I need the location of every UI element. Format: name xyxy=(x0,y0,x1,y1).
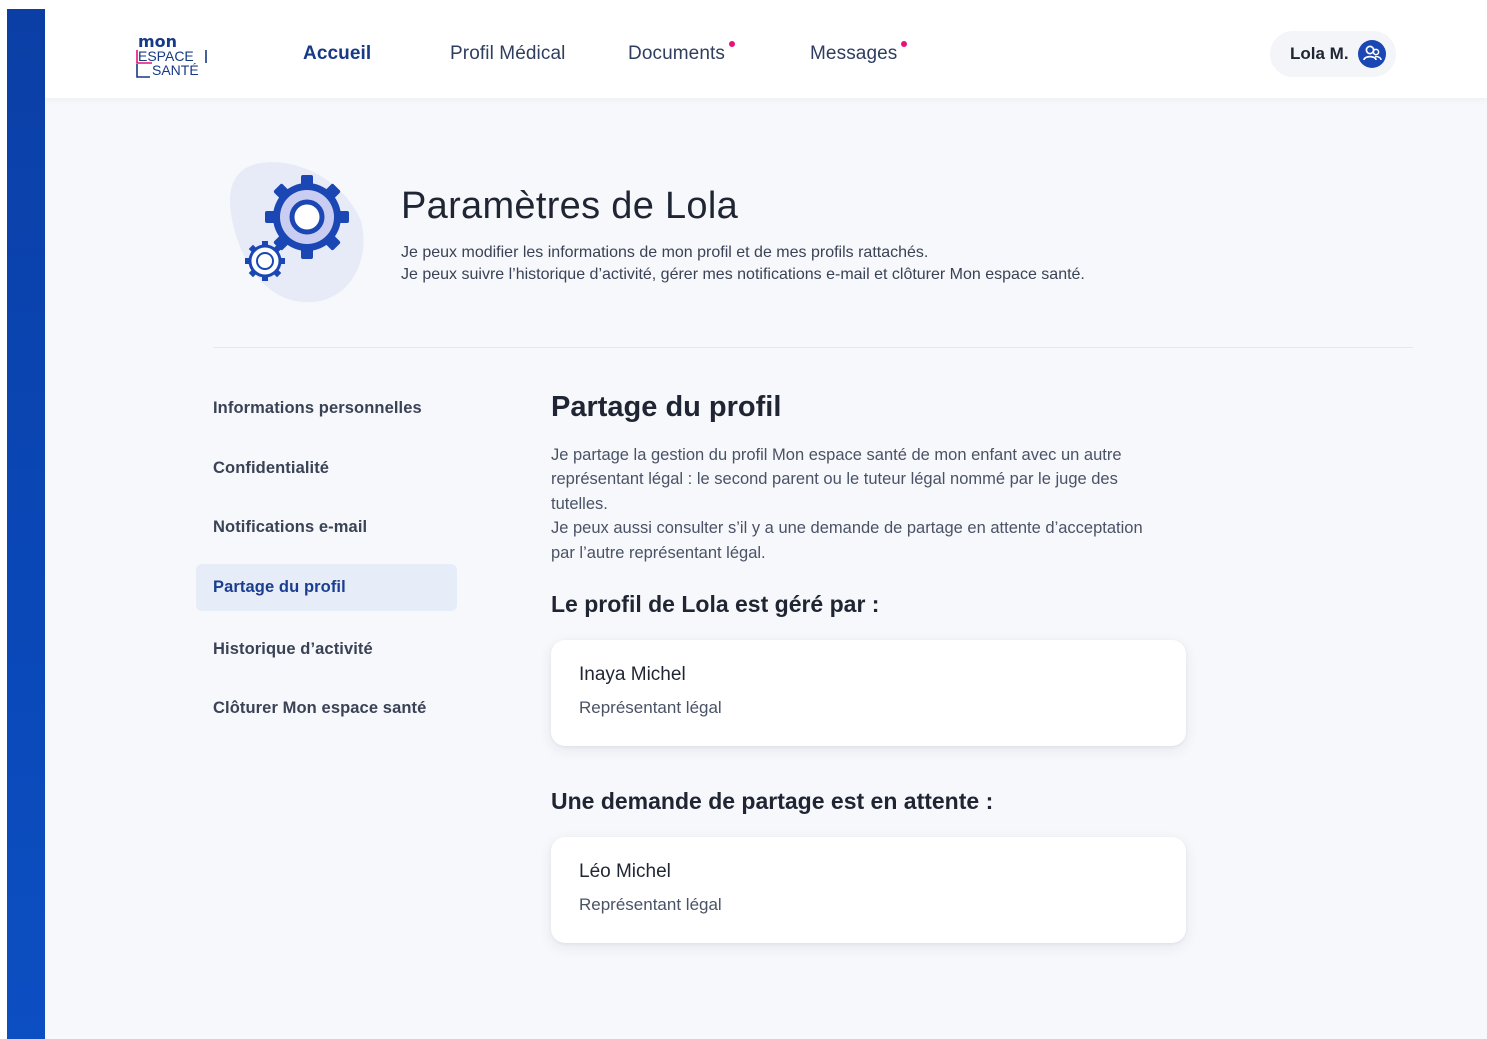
pending-role: Représentant légal xyxy=(579,895,722,914)
nav-accueil[interactable]: Accueil xyxy=(303,43,371,65)
pending-request-title: Une demande de partage est en attente : xyxy=(551,788,994,814)
nav-messages[interactable]: Messages xyxy=(810,41,908,65)
page-description-line-2: Je peux suivre l’historique d’activité, … xyxy=(401,266,1085,283)
nav-profil-medical[interactable]: Profil Médical xyxy=(450,43,565,65)
managed-by-title: Le profil de Lola est géré par : xyxy=(551,591,880,617)
app-frame: mon ESPACE SANTÉ Accueil Profil Médical … xyxy=(7,9,1487,1039)
gears-icon xyxy=(221,159,367,303)
manager-name: Inaya Michel xyxy=(579,664,686,685)
messages-notification-dot xyxy=(901,41,908,47)
sidebar-item-cloturer-espace-sante[interactable]: Clôturer Mon espace santé xyxy=(213,699,426,718)
page-description-line-1: Je peux modifier les informations de mon… xyxy=(401,244,929,261)
section-divider xyxy=(213,347,1413,348)
manager-card: Inaya Michel Représentant légal xyxy=(551,640,1186,746)
section-title: Partage du profil xyxy=(551,391,782,423)
section-text-line-2: représentant légal : le second parent ou… xyxy=(551,470,1118,488)
section-text-line-5: par l’autre représentant légal. xyxy=(551,544,766,562)
nav-profil-medical-label: Profil Médical xyxy=(450,43,566,64)
nav-messages-label: Messages xyxy=(810,43,898,64)
svg-text:SANTÉ: SANTÉ xyxy=(152,62,199,78)
user-menu-button[interactable]: Lola M. xyxy=(1270,31,1396,77)
left-accent-bar xyxy=(7,9,45,1039)
mon-espace-sante-logo[interactable]: mon ESPACE SANTÉ xyxy=(136,32,208,78)
sidebar-item-partage-du-profil[interactable]: Partage du profil xyxy=(213,578,346,597)
sidebar-item-notifications-email[interactable]: Notifications e-mail xyxy=(213,518,367,537)
sidebar-item-historique-activite[interactable]: Historique d’activité xyxy=(213,640,373,659)
nav-documents-label: Documents xyxy=(628,43,725,64)
nav-accueil-label: Accueil xyxy=(303,43,372,64)
section-text-line-3: tutelles. xyxy=(551,495,608,513)
pending-name: Léo Michel xyxy=(579,861,671,882)
pending-request-card: Léo Michel Représentant légal xyxy=(551,837,1186,943)
top-navigation-bar: mon ESPACE SANTÉ Accueil Profil Médical … xyxy=(45,9,1487,98)
user-name: Lola M. xyxy=(1290,44,1349,63)
nav-documents[interactable]: Documents xyxy=(628,41,735,65)
documents-notification-dot xyxy=(729,41,735,47)
sidebar-item-confidentialite[interactable]: Confidentialité xyxy=(213,459,329,478)
page-title: Paramètres de Lola xyxy=(401,185,739,227)
user-switch-icon xyxy=(1358,40,1386,68)
manager-role: Représentant légal xyxy=(579,698,722,717)
section-text-line-1: Je partage la gestion du profil Mon espa… xyxy=(551,446,1122,464)
sidebar-item-informations-personnelles[interactable]: Informations personnelles xyxy=(213,399,422,418)
section-text-line-4: Je peux aussi consulter s’il y a une dem… xyxy=(551,519,1143,537)
